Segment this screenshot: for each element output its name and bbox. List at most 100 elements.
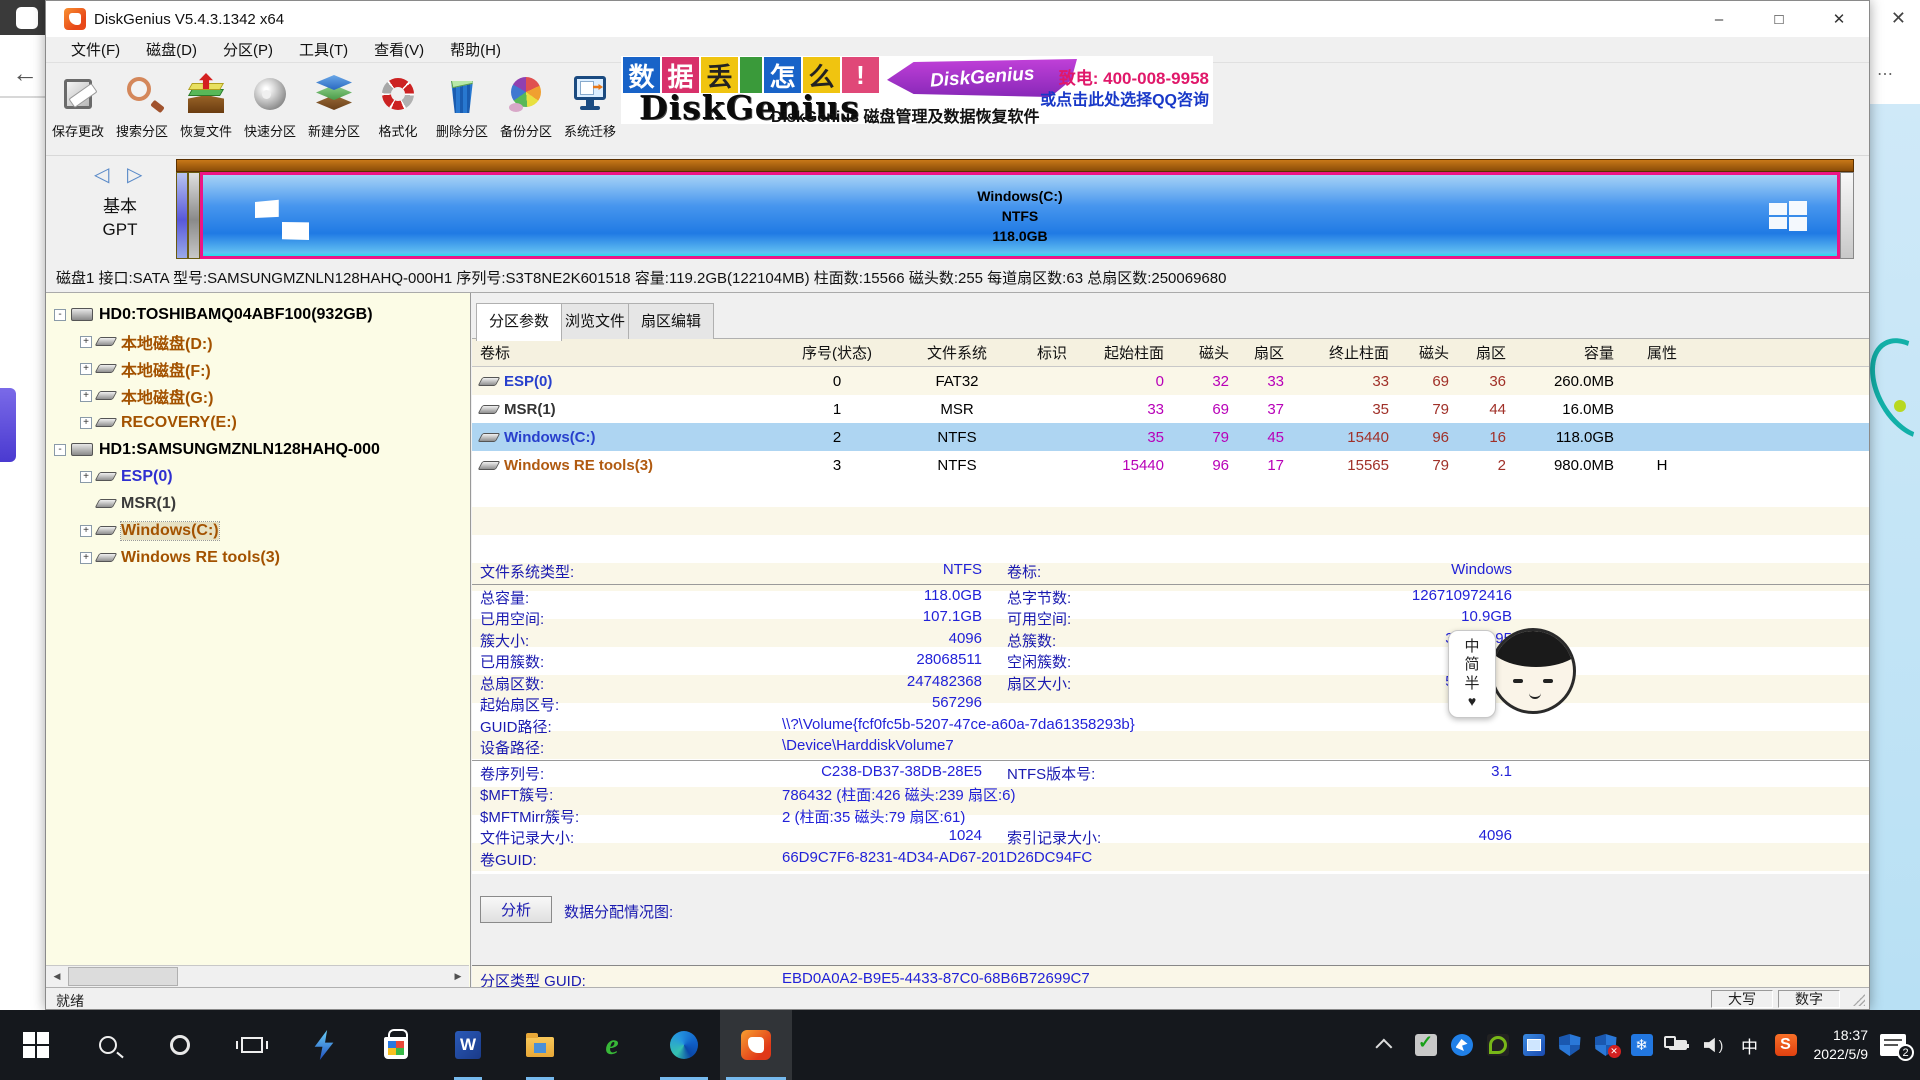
col-header[interactable]: 扇区 [1457, 339, 1514, 366]
start-button[interactable] [0, 1010, 72, 1080]
quick-partition-button[interactable]: 快速分区 [238, 63, 302, 155]
tray-volume-icon[interactable]: ) [1703, 1034, 1725, 1056]
tree-item-local-g[interactable]: + 本地磁盘(G:) [46, 382, 470, 409]
tab-partition-params[interactable]: 分区参数 [476, 303, 562, 341]
partition-icon [478, 461, 501, 470]
tree-item-msr[interactable]: MSR(1) [46, 490, 470, 517]
tray-expand-chevron-icon[interactable] [1375, 1039, 1392, 1056]
format-button[interactable]: 格式化 [366, 63, 430, 155]
tab-sector-edit[interactable]: 扇区编辑 [628, 303, 714, 340]
expander-icon[interactable]: + [80, 471, 92, 483]
windows-start-icon [23, 1032, 49, 1058]
minimize-button[interactable]: – [1689, 1, 1749, 37]
taskbar-search-button[interactable] [72, 1010, 144, 1080]
tray-battery-icon[interactable] [1667, 1034, 1689, 1056]
ad-qq-link[interactable]: 或点击此处选择QQ咨询 [1040, 86, 1209, 110]
expander-icon[interactable]: + [80, 417, 92, 429]
browser-menu-icon[interactable]: ⋯ [1877, 64, 1894, 84]
menu-partition[interactable]: 分区(P) [210, 39, 286, 60]
tray-dingtalk-icon[interactable] [1451, 1034, 1473, 1056]
analyze-button[interactable]: 分析 [480, 896, 552, 923]
table-row-esp[interactable]: ESP(0) 0 FAT32 0 32 33 33 69 36 260.0MB [472, 367, 1869, 395]
tab-browse-files[interactable]: 浏览文件 [552, 303, 638, 340]
ie-app-button[interactable]: e [576, 1010, 648, 1080]
menu-help[interactable]: 帮助(H) [437, 39, 514, 60]
screen: ← ✕ ⋯ DiskGenius V5.4.3.1342 x64 – □ ✕ 文… [0, 0, 1920, 1080]
tree-item-local-f[interactable]: + 本地磁盘(F:) [46, 355, 470, 382]
recover-files-button[interactable]: 恢复文件 [174, 63, 238, 155]
col-header[interactable]: 卷标 [472, 339, 772, 366]
cortana-button[interactable] [144, 1010, 216, 1080]
scrollbar-thumb[interactable] [68, 967, 178, 986]
browser-back-icon[interactable]: ← [12, 58, 38, 89]
expander-icon[interactable]: + [80, 552, 92, 564]
file-explorer-button[interactable] [504, 1010, 576, 1080]
system-migration-button[interactable]: 系统迁移 [558, 63, 622, 155]
expander-icon[interactable]: + [80, 363, 92, 375]
col-header[interactable]: 磁头 [1172, 339, 1237, 366]
tray-intel-graphics-icon[interactable] [1523, 1034, 1545, 1056]
table-row-msr[interactable]: MSR(1) 1 MSR 33 69 37 35 79 44 16.0MB [472, 395, 1869, 423]
tree-horizontal-scrollbar[interactable]: ◀ ▶ [46, 965, 469, 987]
backup-partition-button[interactable]: 备份分区 [494, 63, 558, 155]
tree-item-hd0[interactable]: - HD0:TOSHIBAMQ04ABF100(932GB) [46, 301, 470, 328]
col-header[interactable]: 终止柱面 [1292, 339, 1397, 366]
partition-windows-segment[interactable]: Windows(C:) NTFS 118.0GB [200, 172, 1840, 259]
disk-nav-arrows[interactable]: ◁ ▷ [94, 162, 148, 187]
col-header[interactable]: 属性 [1622, 339, 1702, 366]
tray-snowflake-icon[interactable]: ❄ [1631, 1034, 1653, 1056]
flash-app-button[interactable] [288, 1010, 360, 1080]
col-header[interactable]: 标识 [1012, 339, 1092, 366]
tree-item-local-d[interactable]: + 本地磁盘(D:) [46, 328, 470, 355]
close-button[interactable]: ✕ [1809, 1, 1869, 37]
table-row-windows-c-selected[interactable]: Windows(C:) 2 NTFS 35 79 45 15440 96 16 … [472, 423, 1869, 451]
col-header[interactable]: 扇区 [1237, 339, 1292, 366]
browser-close-icon[interactable]: ✕ [1891, 8, 1906, 29]
menu-file[interactable]: 文件(F) [58, 39, 133, 60]
ime-status-card[interactable]: 中 简 半 ♥ [1448, 630, 1496, 718]
expander-icon[interactable]: + [80, 336, 92, 348]
tree-item-esp[interactable]: + ESP(0) [46, 463, 470, 490]
delete-partition-button[interactable]: 删除分区 [430, 63, 494, 155]
save-changes-button[interactable]: 保存更改 [46, 63, 110, 155]
col-header[interactable]: 容量 [1514, 339, 1622, 366]
tray-ime-indicator[interactable]: 中 [1739, 1034, 1761, 1056]
col-header[interactable]: 磁头 [1397, 339, 1457, 366]
search-partition-button[interactable]: 搜索分区 [110, 63, 174, 155]
store-app-button[interactable] [360, 1010, 432, 1080]
partition-msr-segment[interactable] [188, 172, 200, 259]
tree-item-recovery-e[interactable]: + RECOVERY(E:) [46, 409, 470, 436]
col-header[interactable]: 起始柱面 [1092, 339, 1172, 366]
menu-disk[interactable]: 磁盘(D) [133, 39, 210, 60]
taskbar-clock[interactable]: 18:37 2022/5/9 [1814, 1026, 1869, 1064]
word-app-button[interactable]: W [432, 1010, 504, 1080]
tree-item-windows-c[interactable]: + Windows(C:) [46, 517, 470, 544]
col-header[interactable]: 序号(状态) [772, 339, 902, 366]
tray-defender-icon[interactable] [1559, 1034, 1581, 1056]
tree-item-hd1[interactable]: - HD1:SAMSUNGMZNLN128HAHQ-000 [46, 436, 470, 463]
task-view-button[interactable] [216, 1010, 288, 1080]
ad-banner[interactable]: 数 据 丢 怎 么 ! DiskGenius DiskGenius 致电: 40… [621, 56, 1213, 124]
table-row-windows-re[interactable]: Windows RE tools(3) 3 NTFS 15440 96 17 1… [472, 451, 1869, 479]
scroll-right-arrow-icon[interactable]: ▶ [447, 966, 469, 987]
expander-icon[interactable]: + [80, 390, 92, 402]
maximize-button[interactable]: □ [1749, 1, 1809, 37]
menu-tools[interactable]: 工具(T) [286, 39, 361, 60]
expander-icon[interactable]: - [54, 444, 66, 456]
action-center-button[interactable]: 2 [1880, 1034, 1906, 1056]
diskgenius-app-button[interactable] [720, 1010, 792, 1080]
edge-app-button[interactable] [648, 1010, 720, 1080]
expander-icon[interactable]: + [80, 525, 92, 537]
tray-sogou-icon[interactable]: S [1775, 1034, 1797, 1056]
tree-item-windows-re[interactable]: + Windows RE tools(3) [46, 544, 470, 571]
tray-update-check-icon[interactable] [1415, 1034, 1437, 1056]
menu-view[interactable]: 查看(V) [361, 39, 437, 60]
tray-nvidia-icon[interactable] [1487, 1034, 1509, 1056]
expander-icon[interactable]: - [54, 309, 66, 321]
sogou-ime-widget[interactable]: 中 简 半 ♥ [1448, 628, 1578, 720]
partition-esp-segment[interactable] [176, 172, 188, 259]
scroll-left-arrow-icon[interactable]: ◀ [46, 966, 68, 987]
col-header[interactable]: 文件系统 [902, 339, 1012, 366]
new-partition-button[interactable]: 新建分区 [302, 63, 366, 155]
resize-grip[interactable] [1853, 994, 1865, 1006]
